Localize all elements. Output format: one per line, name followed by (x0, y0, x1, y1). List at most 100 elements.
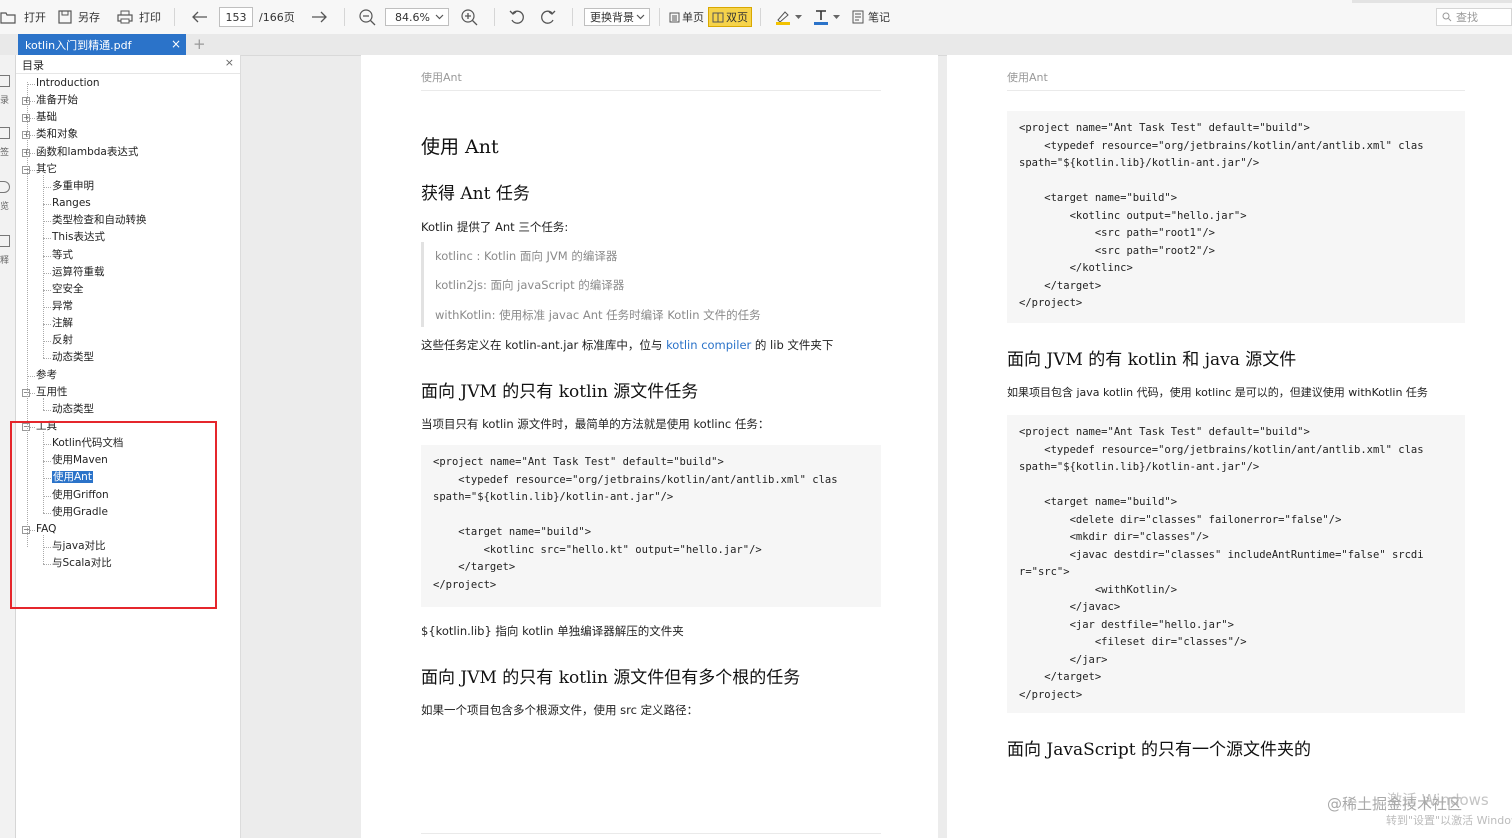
next-page-button[interactable] (311, 0, 327, 34)
heading-jvm-kotlin-java: 面向 JVM 的有 kotlin 和 java 源文件 (1007, 350, 1297, 370)
toc-item-label: 类和对象 (36, 128, 78, 141)
thumbnail-panel-icon[interactable] (0, 181, 10, 193)
highlight-annotation-box (10, 421, 217, 609)
pdf-page-left: 使用Ant 使用 Ant 获得 Ant 任务 Kotlin 提供了 Ant 三个… (361, 55, 938, 838)
code-block: <project name="Ant Task Test" default="b… (1007, 111, 1465, 323)
main-toolbar: 打开 另存 打印 153 /166页 84.6% 更换背景 单页 双页 笔记 查… (0, 0, 1512, 35)
open-button[interactable]: 打开 (0, 0, 46, 34)
community-watermark: @稀土掘金技术社区 (1327, 795, 1463, 813)
close-tab-button[interactable]: × (171, 37, 181, 51)
rotate-right-button[interactable] (539, 0, 556, 34)
chevron-down-icon (435, 14, 444, 20)
expand-icon[interactable]: + (22, 131, 30, 140)
toc-item-label: 其它 (36, 162, 57, 175)
expand-icon[interactable]: + (22, 148, 30, 157)
toc-item-label: 注解 (52, 317, 73, 330)
zoom-out-button[interactable] (359, 0, 376, 34)
expand-icon[interactable]: + (22, 97, 30, 106)
notes-button[interactable]: 笔记 (852, 0, 890, 34)
kotlin-compiler-link[interactable]: kotlin compiler (666, 338, 751, 352)
save-icon (58, 10, 72, 24)
jvm-text: 当项目只有 kotlin 源文件时，最简单的方法就是使用 kotlinc 任务： (421, 417, 770, 431)
toc-item[interactable]: This表达式 (52, 229, 105, 246)
toc-panel-icon[interactable] (0, 75, 10, 87)
save-as-button[interactable]: 另存 (58, 0, 100, 34)
toc-item[interactable]: 其它 (36, 161, 57, 178)
toc-item[interactable]: Ranges (52, 195, 91, 212)
toc-item[interactable]: 等式 (52, 247, 73, 264)
chevron-down-icon (636, 14, 645, 20)
toc-item[interactable]: 类型检查和自动转换 (52, 212, 147, 229)
page-number-input[interactable]: 153 (219, 7, 253, 27)
toc-item[interactable]: 运算符重载 (52, 264, 105, 281)
background-select[interactable]: 更换背景 (584, 8, 650, 26)
toc-item-label: 动态类型 (52, 402, 94, 415)
heading-jvm-multi-root: 面向 JVM 的只有 kotlin 源文件但有多个根的任务 (421, 668, 801, 688)
toc-item[interactable]: 空安全 (52, 281, 84, 298)
annotation-panel-icon[interactable] (0, 235, 10, 247)
new-tab-button[interactable]: + (193, 35, 206, 53)
toc-item[interactable]: 基础 (36, 109, 57, 126)
bookmark-panel-icon[interactable] (0, 127, 10, 139)
toc-item[interactable]: 动态类型 (52, 401, 94, 418)
collapse-icon[interactable]: − (22, 165, 30, 174)
toc-item-label: 运算符重载 (52, 265, 105, 278)
document-tab-bar: kotlin入门到精通.pdf × + (0, 34, 1512, 56)
heading-get-ant-tasks: 获得 Ant 任务 (421, 184, 530, 204)
toc-item[interactable]: 多重申明 (52, 178, 94, 195)
search-input[interactable]: 查找 (1436, 8, 1512, 26)
zoom-in-button[interactable] (461, 0, 478, 34)
print-button[interactable]: 打印 (117, 0, 161, 34)
toc-title: 目录 (22, 59, 44, 72)
toc-item[interactable]: 参考 (36, 367, 57, 384)
code-block: <project name="Ant Task Test" default="b… (421, 445, 881, 607)
total-pages-label: /166页 (259, 11, 295, 24)
previous-page-button[interactable] (192, 0, 208, 34)
toc-item-label: 多重申明 (52, 179, 94, 192)
zoom-in-icon (461, 8, 478, 25)
toc-item-label: 参考 (36, 368, 57, 381)
toc-item[interactable]: 函数和lambda表达式 (36, 144, 138, 161)
toc-item[interactable]: 动态类型 (52, 349, 94, 366)
task-item: kotlinc : Kotlin 面向 JVM 的编译器 (435, 249, 618, 263)
single-page-icon (669, 12, 680, 22)
zoom-select[interactable]: 84.6% (385, 8, 449, 26)
toc-item-label: 反射 (52, 334, 73, 347)
toc-item[interactable]: Introduction (36, 75, 100, 92)
text-tool-button[interactable] (813, 0, 840, 34)
arrow-left-icon (192, 11, 207, 23)
printer-icon (117, 10, 133, 24)
collapse-icon[interactable]: − (22, 388, 30, 397)
rotate-left-button[interactable] (509, 0, 526, 34)
section-title: 使用 Ant (421, 136, 499, 158)
toc-item-label: 准备开始 (36, 94, 78, 107)
toc-item[interactable]: 反射 (52, 332, 73, 349)
heading-jvm-kotlin-only: 面向 JVM 的只有 kotlin 源文件任务 (421, 382, 699, 402)
document-tab[interactable]: kotlin入门到精通.pdf × (18, 34, 186, 55)
close-toc-button[interactable]: × (225, 56, 234, 69)
double-page-button[interactable]: 双页 (708, 7, 752, 27)
toc-item-label: Ranges (52, 197, 91, 210)
task-item: kotlin2js: 面向 javaScript 的编译器 (435, 278, 625, 292)
toc-item[interactable]: 互用性 (36, 384, 68, 401)
chevron-down-icon (833, 14, 840, 19)
highlight-tool-button[interactable] (775, 0, 802, 34)
single-page-button[interactable]: 单页 (666, 8, 707, 26)
toc-item[interactable]: 异常 (52, 298, 73, 315)
zoom-out-icon (359, 8, 376, 25)
toc-item[interactable]: 类和对象 (36, 126, 78, 143)
search-icon (1442, 12, 1452, 22)
code-text: <project name="Ant Task Test" default="b… (1019, 122, 1424, 309)
toc-header: 目录 × (16, 55, 240, 74)
toc-item-label: 基础 (36, 111, 57, 124)
toc-item-label: Introduction (36, 77, 100, 89)
heading-javascript-single-folder: 面向 JavaScript 的只有一个源文件夹的 (1007, 740, 1311, 760)
mixed-sources-text: 如果项目包含 java kotlin 代码，使用 kotlinc 是可以的，但建… (1007, 386, 1428, 399)
toc-item[interactable]: 准备开始 (36, 92, 78, 109)
multi-root-text: 如果一个项目包含多个根源文件，使用 src 定义路径： (421, 703, 699, 717)
note-icon (852, 10, 864, 24)
toc-item-label: 动态类型 (52, 351, 94, 364)
windows-activation-hint: 转到"设置"以激活 Windows (1386, 814, 1512, 827)
expand-icon[interactable]: + (22, 114, 30, 123)
toc-item[interactable]: 注解 (52, 315, 73, 332)
